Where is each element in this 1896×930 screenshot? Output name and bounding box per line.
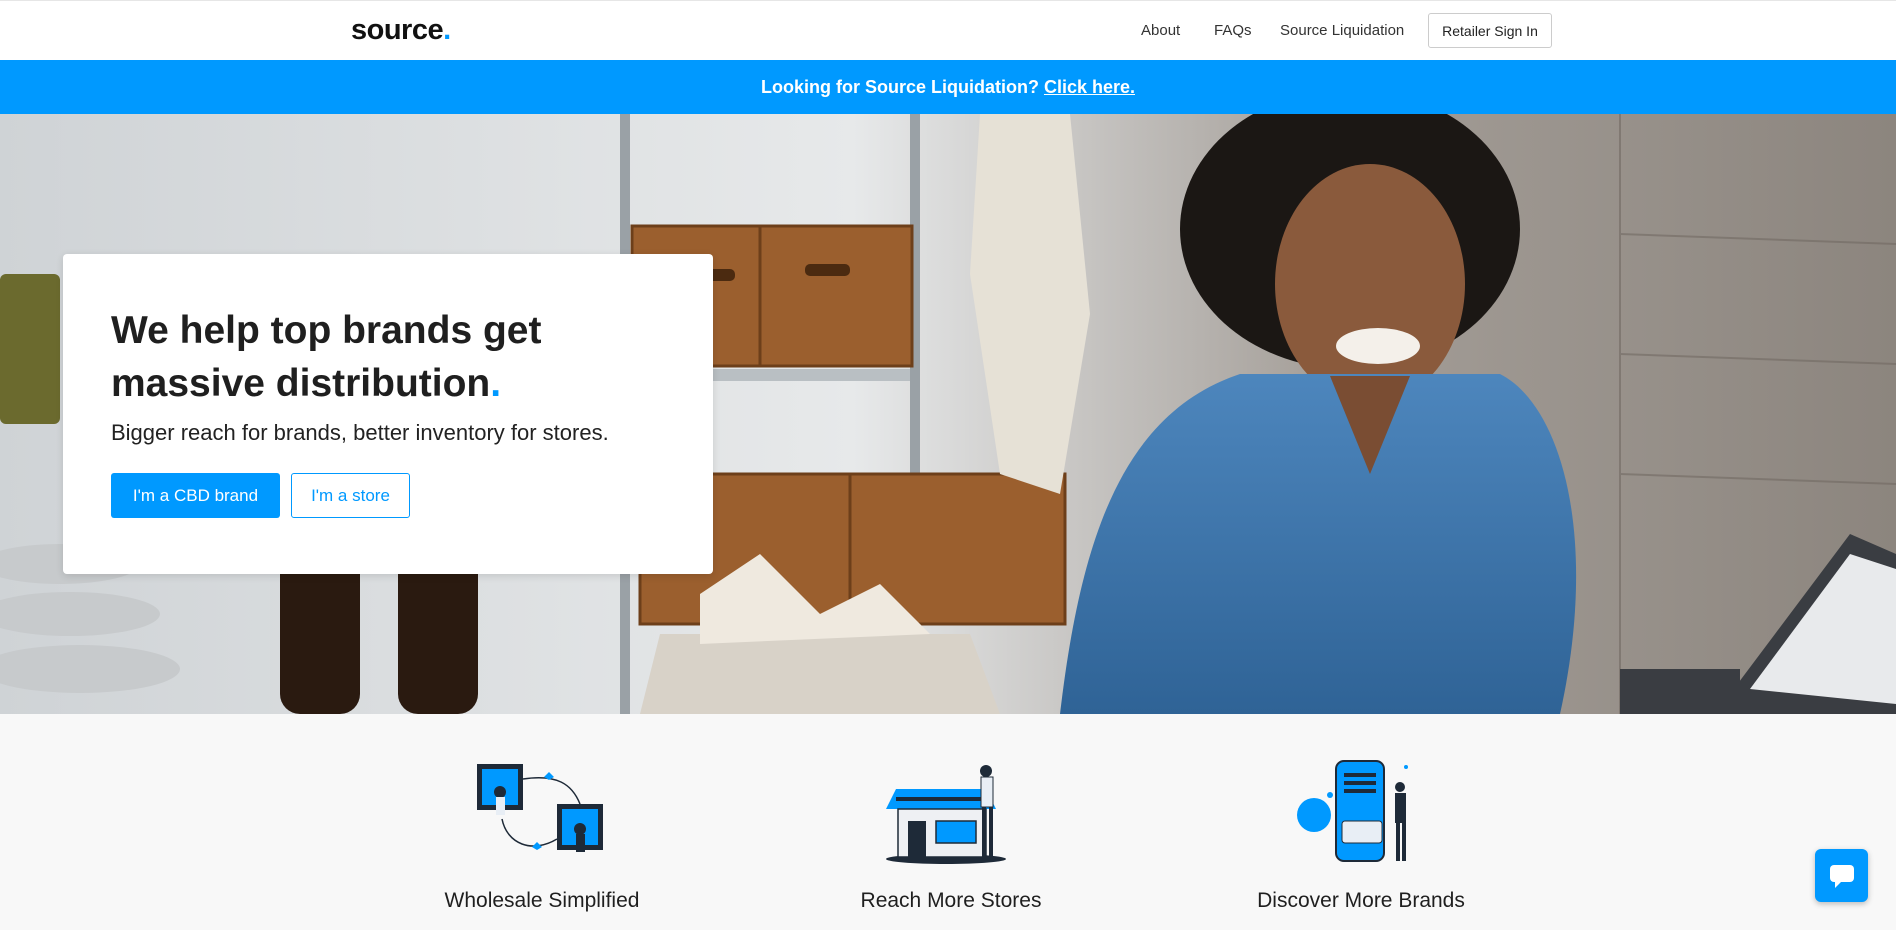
hero-title-dot: . bbox=[490, 362, 502, 405]
announcement-link[interactable]: Click here. bbox=[1044, 77, 1135, 97]
logo-dot: . bbox=[443, 14, 451, 46]
feature-reach: Reach More Stores bbox=[751, 714, 1151, 930]
announcement-bar: Looking for Source Liquidation? Click he… bbox=[0, 60, 1896, 114]
announcement-text: Looking for Source Liquidation? bbox=[760, 77, 1039, 97]
retailer-sign-in-button[interactable]: Retailer Sign In bbox=[1428, 13, 1552, 48]
feature-discover: Discover More Brands bbox=[1161, 714, 1561, 930]
hero-title-text: We help top brands get massive distribut… bbox=[111, 309, 542, 405]
feature-title: Wholesale Simplified bbox=[444, 889, 640, 912]
chat-bubble-icon bbox=[1830, 865, 1854, 888]
feature-wholesale: Wholesale Simplified bbox=[342, 714, 742, 930]
logo-text: source bbox=[351, 14, 444, 46]
nav-link-source-liquidation[interactable]: Source Liquidation bbox=[1280, 22, 1404, 39]
storefront-illustration-icon bbox=[886, 765, 1006, 864]
hero-card: We help top brands get massive distribut… bbox=[63, 254, 713, 574]
nav-link-faqs[interactable]: FAQs bbox=[1214, 22, 1252, 39]
chat-launcher-button[interactable] bbox=[1815, 849, 1868, 902]
phone-browse-illustration-icon bbox=[1297, 760, 1408, 862]
feature-title: Discover More Brands bbox=[1257, 889, 1465, 912]
top-navbar: source. About FAQs Source Liquidation Re… bbox=[0, 0, 1896, 60]
cbd-brand-button[interactable]: I'm a CBD brand bbox=[111, 473, 280, 518]
features-section: Wholesale Simplified Reach More Stores D… bbox=[0, 714, 1896, 930]
site-logo[interactable]: source. bbox=[351, 14, 451, 47]
hero-subtitle: Bigger reach for brands, better inventor… bbox=[111, 420, 609, 445]
wholesale-illustration-icon bbox=[477, 764, 603, 852]
hero-section: We help top brands get massive distribut… bbox=[0, 114, 1896, 714]
feature-title: Reach More Stores bbox=[860, 889, 1042, 912]
store-button[interactable]: I'm a store bbox=[291, 473, 410, 518]
hero-title: We help top brands get massive distribut… bbox=[111, 304, 671, 410]
nav-link-about[interactable]: About bbox=[1141, 22, 1180, 39]
